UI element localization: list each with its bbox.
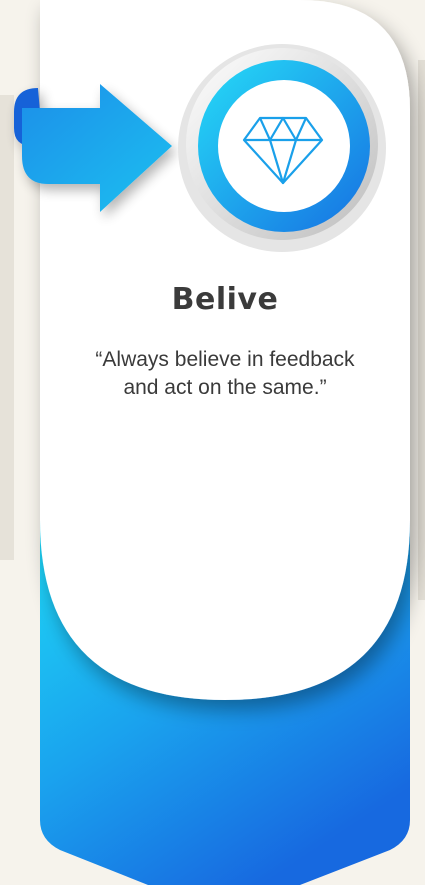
quote-line-2: and act on the same.” [123, 376, 327, 399]
right-shadow-strip [418, 60, 425, 600]
left-shadow-strip [0, 95, 14, 560]
badge-inner-disc [218, 80, 350, 212]
quote-line-1: “Always believe in feedback [95, 348, 355, 371]
card-quote: “Always believe in feedback and act on t… [40, 346, 410, 402]
card-title: Belive [171, 282, 279, 317]
infographic-card-stage: Belive “Always believe in feedback and a… [0, 0, 425, 885]
card-graphic [0, 0, 425, 885]
